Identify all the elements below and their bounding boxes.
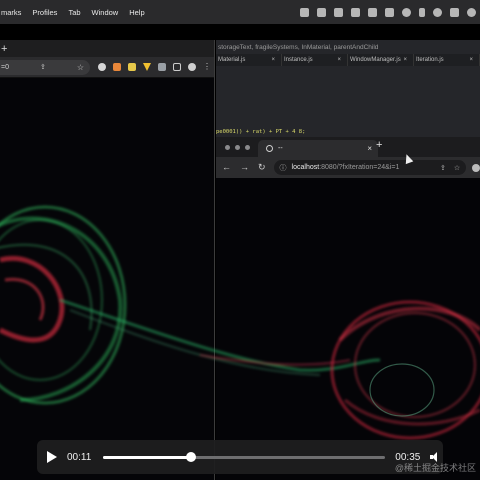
close-window-button[interactable] [225,144,230,150]
star-icon[interactable]: ☆ [454,164,460,172]
editor-tab[interactable]: Material.js × [216,54,282,66]
left-browser-window: + =0 ⇪ ☆ ⋮ [0,40,215,480]
star-icon[interactable]: ☆ [77,63,84,72]
extension-icon[interactable] [128,63,136,71]
new-tab-button[interactable]: + [376,139,382,151]
seek-bar[interactable] [103,451,386,462]
zoom-window-button[interactable] [245,144,250,150]
menu-help[interactable]: Help [129,8,144,17]
tray-app-icon[interactable] [300,7,309,17]
back-arrow-icon[interactable]: ← [222,162,231,173]
extension-icon[interactable] [472,163,480,172]
close-icon[interactable]: × [337,57,341,63]
url-path: :8080/?fxIteration=24&i=1 [319,164,400,171]
code-line[interactable]: pe0001)) + rat) + PT + 4 8; [216,129,305,135]
navigation-buttons: ← → ↻ [222,162,266,173]
left-url-text: =0 [1,63,9,71]
code-editor-window: storageText, fragileSystems, InMaterial,… [216,40,480,140]
tab-close-button[interactable]: × [367,144,372,153]
play-icon[interactable] [47,451,57,463]
editor-tab[interactable]: WindowManager.js × [348,54,414,66]
clock-icon[interactable] [402,7,411,17]
tray-app-icon[interactable] [317,7,326,17]
globe-icon [266,145,273,152]
bluetooth-icon[interactable] [419,7,425,17]
menu-profiles[interactable]: Profiles [32,8,57,17]
right-browser-toolbar: ← → ↻ ⓘ localhost :8080/?fxIteration=24&… [216,157,480,178]
editor-tab-label: Material.js [218,57,246,63]
editor-tab[interactable]: Instance.js × [282,54,348,66]
extension-icon[interactable] [143,63,151,71]
volume-icon[interactable] [433,7,442,17]
profile-icon[interactable] [188,63,196,71]
video-controls: 00:11 00:35 [37,440,443,474]
address-bar-actions: ⇪ ☆ [440,164,466,172]
tray-app-icon[interactable] [368,7,377,17]
status-tray [300,0,476,24]
close-icon[interactable]: × [403,57,407,63]
menu-icon[interactable]: ⋮ [203,63,211,71]
left-address-bar[interactable]: =0 ⇪ ☆ [0,59,90,75]
tray-app-icon[interactable] [351,7,360,17]
editor-breadcrumb[interactable]: storageText, fragileSystems, InMaterial,… [216,40,480,54]
minimize-window-button[interactable] [235,144,240,150]
right-browser-window: -- × + ← → ↻ ⓘ localhost :8080/?fxIterat… [216,137,480,480]
editor-tab[interactable]: Iteration.js × [414,54,480,66]
menu-bookmarks[interactable]: marks [1,8,21,17]
close-icon[interactable]: × [271,57,275,63]
left-browser-toolbar: =0 ⇪ ☆ ⋮ [0,57,214,78]
left-tab-strip: + [0,40,214,57]
extension-icon[interactable] [158,63,166,71]
right-tab-bar: -- × + [216,137,480,157]
current-time: 00:11 [67,451,92,463]
menu-window[interactable]: Window [92,8,119,17]
tray-app-icon[interactable] [385,7,394,17]
info-icon[interactable]: ⓘ [280,163,287,173]
editor-tab-label: WindowManager.js [350,57,401,63]
menu-tab[interactable]: Tab [68,8,80,17]
battery-icon[interactable] [450,7,459,17]
extension-icon[interactable] [98,63,106,71]
watermark: @稀土掘金技术社区 [394,463,476,473]
address-bar[interactable]: ⓘ localhost :8080/?fxIteration=24&i=1 ⇪ … [273,160,467,175]
extension-icon[interactable] [113,63,121,71]
new-tab-button[interactable]: + [1,43,7,55]
active-tab[interactable]: -- × [258,140,378,157]
window-controls [225,144,250,150]
wifi-icon[interactable] [467,7,476,17]
menu-items: marks Profiles Tab Window Help [0,8,145,17]
menu-bar: marks Profiles Tab Window Help [0,0,480,24]
forward-arrow-icon[interactable]: → [240,162,249,173]
close-icon[interactable]: × [469,57,473,63]
url-host: localhost [291,164,320,171]
extension-icons: ⋮ [98,63,211,71]
editor-tab-label: Iteration.js [416,57,444,63]
seek-progress [103,455,191,459]
seek-thumb[interactable] [185,451,196,462]
share-icon[interactable]: ⇪ [40,63,46,71]
editor-tab-label: Instance.js [284,57,313,63]
sidebar-icon[interactable] [173,63,181,71]
editor-tabs: Material.js × Instance.js × WindowManager.… [216,54,480,66]
tab-title: -- [278,145,283,152]
share-icon[interactable]: ⇪ [440,164,446,172]
tray-app-icon[interactable] [334,7,343,17]
reload-icon[interactable]: ↻ [258,162,266,173]
